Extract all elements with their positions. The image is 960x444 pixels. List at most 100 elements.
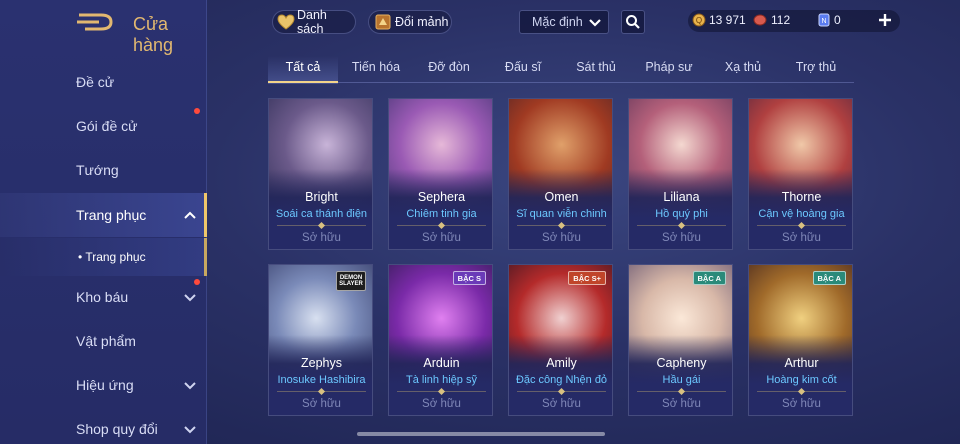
gem-icon [753, 13, 767, 27]
tab-label: Pháp sư [645, 60, 693, 74]
card-divider [397, 225, 486, 226]
hero-name: Omen [544, 190, 579, 204]
card-divider [637, 225, 726, 226]
card-divider [757, 225, 846, 226]
chevron-up-icon [182, 207, 198, 223]
sidebar-item-featured-packs[interactable]: Gói đề cử [0, 104, 207, 148]
voucher-value: 13 971 [709, 13, 746, 27]
plus-icon [878, 13, 892, 27]
skin-name: Chiêm tinh gia [406, 208, 477, 220]
skin-name: Hồ quý phi [655, 208, 708, 220]
skin-name: Inosuke Hashibira [277, 374, 366, 386]
skin-card[interactable]: BẬC A Capheny Hầu gái Sở hữu [628, 264, 733, 416]
svg-text:Q: Q [696, 16, 702, 25]
tab-evolution[interactable]: Tiến hóa [343, 60, 409, 84]
tab-mage[interactable]: Pháp sư [638, 60, 700, 84]
skin-name: Sĩ quan viễn chinh [516, 208, 607, 220]
tier-badge: BẬC A [812, 271, 846, 285]
skin-name: Soái ca thánh điện [275, 208, 368, 220]
sidebar-item-label: Hiệu ứng [76, 377, 134, 393]
skin-card[interactable]: Omen Sĩ quan viễn chinh Sở hữu [508, 98, 613, 250]
skin-card[interactable]: Bright Soái ca thánh điện Sở hữu [268, 98, 373, 250]
hero-name: Arthur [784, 356, 819, 370]
tab-assassin[interactable]: Sát thủ [565, 60, 627, 84]
skin-card[interactable]: BẬC A Arthur Hoàng kim cốt Sở hữu [748, 264, 853, 416]
sidebar-item-skins[interactable]: Trang phục [0, 193, 207, 237]
owned-status: Sở hữu [782, 232, 821, 244]
sidebar: Cửa hàng Đề cử Gói đề cử Tướng Trang phụ… [0, 0, 207, 444]
sort-dropdown[interactable]: Mặc định [519, 10, 609, 34]
exchange-label: Đổi mảnh [395, 15, 449, 29]
skin-name: Hoàng kim cốt [766, 374, 837, 386]
sidebar-item-exchange-shop[interactable]: Shop quy đổi [0, 407, 207, 444]
skin-name: Cận vệ hoàng gia [758, 208, 845, 220]
skin-name: Đặc công Nhện đỏ [515, 374, 608, 386]
owned-status: Sở hữu [302, 398, 341, 410]
sidebar-item-label: Trang phục [76, 207, 147, 223]
search-icon [625, 14, 641, 30]
ticket-icon: N [818, 13, 830, 27]
skin-card[interactable]: BẬC S+ Amily Đặc công Nhện đỏ Sở hữu [508, 264, 613, 416]
add-currency-button[interactable] [874, 9, 896, 31]
back-button[interactable] [74, 12, 116, 36]
chevron-down-icon [182, 289, 198, 305]
sidebar-item-heroes[interactable]: Tướng [0, 148, 207, 192]
card-divider [397, 391, 486, 392]
tab-marksman[interactable]: Xạ thủ [713, 60, 773, 84]
tab-label: Tất cả [285, 60, 321, 74]
sidebar-subitem-label: • Trang phục [78, 250, 146, 264]
skin-card[interactable]: Sephera Chiêm tinh gia Sở hữu [388, 98, 493, 250]
sidebar-item-label: Shop quy đổi [76, 421, 158, 437]
hero-name: Liliana [663, 190, 700, 204]
sidebar-item-label: Gói đề cử [76, 118, 138, 134]
card-divider [517, 225, 606, 226]
sidebar-item-effects[interactable]: Hiệu ứng [0, 363, 207, 407]
sidebar-subitem-skins[interactable]: • Trang phục [0, 238, 207, 276]
page-title: Cửa hàng [133, 14, 174, 55]
wishlist-label: Danh sách [297, 8, 327, 36]
card-divider [517, 391, 606, 392]
notification-dot [194, 279, 200, 285]
owned-status: Sở hữu [422, 232, 461, 244]
heart-icon [277, 14, 295, 30]
tab-all[interactable]: Tất cả [268, 60, 338, 84]
sidebar-item-treasure[interactable]: Kho báu [0, 275, 207, 319]
hero-name: Arduin [423, 356, 460, 370]
tier-badge: BẬC S [452, 271, 486, 285]
scrollbar[interactable] [357, 432, 605, 436]
tab-fighter[interactable]: Đấu sĩ [495, 60, 551, 84]
sidebar-item-featured[interactable]: Đề cử [0, 60, 207, 104]
tab-tank[interactable]: Đỡ đòn [418, 60, 480, 84]
owned-status: Sở hữu [542, 398, 581, 410]
wishlist-button[interactable]: Danh sách [272, 8, 356, 36]
skin-card[interactable]: Liliana Hồ quý phi Sở hữu [628, 98, 733, 250]
card-divider [757, 391, 846, 392]
hero-name: Thorne [781, 190, 822, 204]
exchange-shards-button[interactable]: Đổi mảnh [368, 10, 452, 34]
chevron-down-icon [182, 377, 198, 393]
search-button[interactable] [621, 10, 645, 34]
skin-card[interactable]: BẬC S Arduin Tà linh hiệp sỹ Sở hữu [388, 264, 493, 416]
owned-status: Sở hữu [422, 398, 461, 410]
skin-card[interactable]: Thorne Cận vệ hoàng gia Sở hữu [748, 98, 853, 250]
card-divider [277, 391, 366, 392]
ticket-balance: N 0 [818, 13, 841, 27]
owned-status: Sở hữu [302, 232, 341, 244]
sidebar-item-label: Kho báu [76, 289, 129, 305]
voucher-balance: Q 13 971 [692, 13, 746, 27]
voucher-icon: Q [692, 13, 706, 27]
tab-label: Xạ thủ [724, 60, 762, 74]
owned-status: Sở hữu [662, 398, 701, 410]
skin-card[interactable]: DEMON SLAYER Zephys Inosuke Hashibira Sở… [268, 264, 373, 416]
hero-name: Capheny [656, 356, 707, 370]
back-icon [75, 11, 115, 38]
tier-badge: BẬC S+ [568, 271, 606, 285]
hero-name: Sephera [417, 190, 466, 204]
sidebar-item-items[interactable]: Vật phẩm [0, 319, 207, 363]
skin-name: Tà linh hiệp sỹ [406, 374, 477, 386]
tab-label: Đấu sĩ [504, 60, 542, 74]
tab-support[interactable]: Trợ thủ [786, 60, 846, 84]
card-divider [277, 225, 366, 226]
owned-status: Sở hữu [662, 232, 701, 244]
tab-label: Trợ thủ [795, 60, 837, 74]
